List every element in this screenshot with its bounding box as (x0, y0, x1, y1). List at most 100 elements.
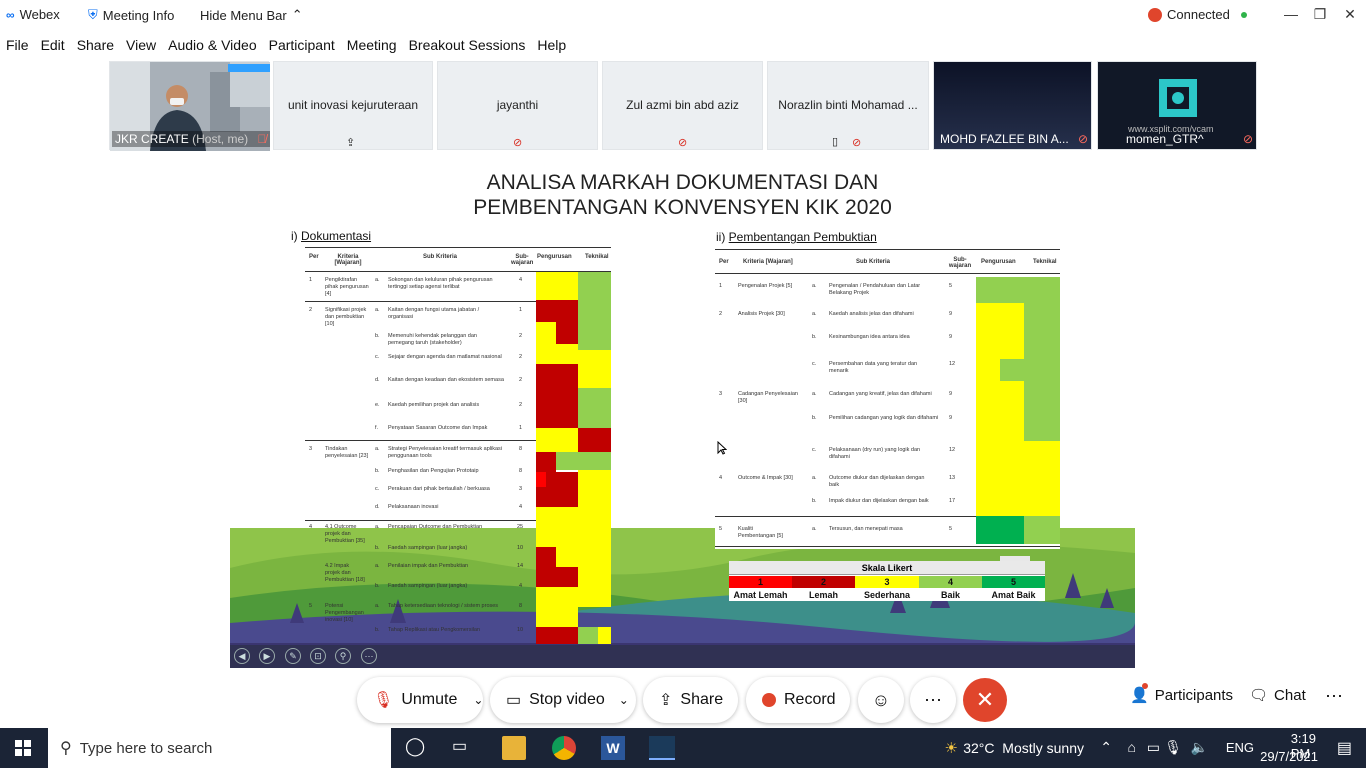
menu-view[interactable]: View (120, 34, 162, 56)
menu-meeting[interactable]: Meeting (341, 34, 403, 56)
hide-menu-bar-button[interactable]: Hide Menu Bar ⌃ (200, 7, 303, 23)
network-icon[interactable]: ⌂ (1128, 739, 1136, 755)
row-weight: 4 (519, 583, 523, 589)
panel-more-button[interactable]: ⋯ (1325, 686, 1343, 707)
menu-breakout-sessions[interactable]: Breakout Sessions (403, 34, 532, 56)
previous-page-icon[interactable]: ◀ (234, 648, 250, 664)
row-text: Sokongan dan keluluran pihak pengurusan … (388, 277, 493, 290)
chevron-down-icon[interactable]: ⌄ (473, 693, 483, 707)
row-weight: 8 (519, 446, 523, 452)
more-button[interactable]: ⋯ (910, 677, 956, 723)
webex-taskbar-icon[interactable] (649, 736, 675, 760)
muted-mic-icon: ⊘ (513, 137, 523, 149)
file-explorer-icon[interactable] (502, 736, 526, 760)
mouse-cursor-icon (717, 441, 727, 455)
minimize-button[interactable]: — (1281, 4, 1301, 24)
row-per: 1 (309, 277, 313, 283)
table-rule (305, 520, 537, 521)
participant-tile[interactable]: www.xsplit.com/vcam momen_GTR^ ⊘ (1097, 61, 1257, 150)
annotate-pen-icon[interactable]: ✎ (285, 648, 301, 664)
participant-tile[interactable]: jayanthi ⊘ (437, 61, 598, 150)
close-icon: ✕ (975, 687, 995, 712)
weather-icon: ☀ (944, 740, 958, 757)
taskbar-search-box[interactable]: ⚲ Type here to search (48, 728, 391, 768)
row-weight: 2 (519, 377, 523, 383)
zoom-icon[interactable]: ⚲ (335, 648, 351, 664)
row-text: Outcome diukur dan dijelaskan dengan bai… (829, 475, 925, 488)
row-text: Pengenalan / Pendahuluan dan Latar Belak… (829, 283, 921, 296)
chat-button[interactable]: 🗨 Chat (1249, 686, 1306, 705)
stop-video-label: Stop video (529, 691, 605, 708)
row-sub: b. (375, 627, 380, 633)
record-button[interactable]: Record (746, 677, 850, 723)
windows-start-icon[interactable] (15, 740, 31, 756)
dokumentasi-heatmap (536, 272, 611, 644)
cortana-icon[interactable]: ◯ (405, 736, 429, 760)
stop-video-button[interactable]: ▭ Stop video ⌄ (490, 677, 636, 723)
menu-file[interactable]: File (0, 34, 35, 56)
row-text: Kaitan dengan fungsi utama jabatan / org… (388, 307, 480, 320)
language-indicator[interactable]: ENG (1226, 740, 1254, 755)
connection-label: Connected (1167, 7, 1230, 22)
menu-help[interactable]: Help (531, 34, 572, 56)
muted-mic-icon: 🎙̸ (257, 132, 267, 146)
fit-screen-icon[interactable]: ⊡ (310, 648, 326, 664)
row-weight: 4 (519, 504, 523, 510)
row-sub: c. (812, 361, 817, 367)
chrome-icon[interactable] (552, 736, 576, 760)
participant-tile[interactable]: MOHD FAZLEE BIN A... ⊘ (933, 61, 1092, 150)
participant-tile[interactable]: unit inovasi kejuruteraan ⇪ (273, 61, 433, 150)
menu-share[interactable]: Share (71, 34, 120, 56)
row-sub: b. (812, 334, 817, 340)
unmute-button[interactable]: 🎙 Unmute ⌄ (357, 677, 483, 723)
slide-title-line-2: PEMBENTANGAN KONVENSYEN KIK 2020 (473, 196, 892, 219)
row-weight: 9 (949, 391, 953, 397)
menu-audio-video[interactable]: Audio & Video (162, 34, 262, 56)
participant-tile[interactable]: Zul azmi bin abd aziz ⊘ (602, 61, 763, 150)
video-camera-icon: ▭ (506, 692, 522, 709)
participants-button[interactable]: 👤 Participants (1130, 683, 1233, 704)
more-options-icon[interactable]: ⋯ (361, 648, 377, 664)
word-icon[interactable]: W (601, 736, 625, 760)
chevron-down-icon[interactable]: ⌄ (619, 693, 629, 707)
header-sub-wajaran: Sub-wajaran (948, 257, 972, 269)
connection-status[interactable]: Connected (1148, 7, 1247, 22)
header-teknikal: Teknikal (1033, 259, 1057, 265)
meeting-info-button[interactable]: ⛨ Meeting Info (88, 7, 174, 23)
row-weight: 9 (949, 311, 953, 317)
chat-bubble-icon: 🗨 (1249, 687, 1269, 704)
volume-icon[interactable]: 🔈 (1191, 739, 1208, 756)
row-sub: c. (375, 486, 380, 492)
close-window-button[interactable]: ✕ (1340, 4, 1360, 24)
participant-tile-host[interactable]: JKR CREATE (Host, me) 🎙̸ (109, 61, 270, 151)
maximize-button[interactable]: ❐ (1310, 4, 1330, 24)
task-view-icon[interactable]: ▭ (452, 736, 476, 760)
menu-participant[interactable]: Participant (263, 34, 341, 56)
reactions-button[interactable]: ☺ (858, 677, 904, 723)
menu-edit[interactable]: Edit (35, 34, 71, 56)
ellipsis-icon: ⋯ (924, 689, 942, 710)
row-text: Pelaksanaan (dry run) yang logik dan dif… (829, 447, 921, 460)
leave-meeting-button[interactable]: ✕ (963, 678, 1007, 722)
next-page-icon[interactable]: ▶ (259, 648, 275, 664)
row-kriteria: Pengiktirafan pihak pengurusan [4] (325, 277, 369, 297)
chevron-up-icon[interactable]: ⌃ (1100, 739, 1112, 756)
weather-text[interactable]: 32°C Mostly sunny (963, 740, 1084, 756)
clock-date[interactable]: 29/7/2021 (1260, 749, 1318, 764)
app-name: Webex (19, 7, 60, 22)
header-per: Per (719, 259, 729, 265)
row-sub: b. (812, 498, 817, 504)
row-text: Kaedah analisis jelas dan difahami (829, 311, 914, 317)
row-kriteria: Analisis Projek [30] (738, 311, 785, 317)
share-button[interactable]: ⇪ Share (643, 677, 738, 723)
battery-icon[interactable]: ▭ (1147, 739, 1160, 756)
share-icon: ⇪ (659, 692, 673, 709)
row-weight: 3 (519, 486, 523, 492)
participant-tile[interactable]: Norazlin binti Mohamad ... ▯ ⊘ (767, 61, 929, 150)
microphone-icon[interactable]: 🎙 (1164, 739, 1182, 756)
smiley-icon: ☺ (871, 689, 891, 710)
likert-label: Sederhana (863, 590, 911, 600)
shared-content-stage[interactable]: ANALISA MARKAH DOKUMENTASI DAN PEMBENTAN… (230, 158, 1135, 668)
notifications-icon[interactable]: ▤ (1337, 738, 1352, 758)
row-weight: 10 (517, 545, 524, 551)
